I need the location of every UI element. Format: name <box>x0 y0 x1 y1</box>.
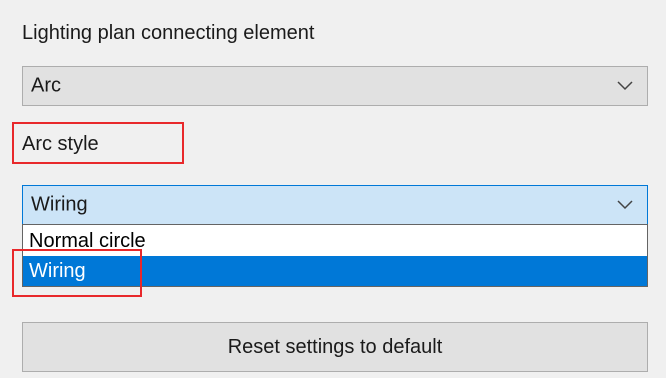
connecting-element-label: Lighting plan connecting element <box>22 22 315 44</box>
highlight-box-wiring-option <box>12 249 142 297</box>
connecting-element-value: Arc <box>31 74 61 97</box>
settings-panel: Lighting plan connecting element Arc Arc… <box>0 0 666 378</box>
connecting-element-select[interactable]: Arc <box>22 66 648 106</box>
arc-style-select[interactable]: Wiring <box>22 185 648 225</box>
chevron-down-icon <box>617 200 633 210</box>
chevron-down-icon <box>617 81 633 91</box>
reset-settings-button-label: Reset settings to default <box>227 335 443 358</box>
reset-settings-button[interactable]: Reset settings to default <box>22 322 648 372</box>
highlight-box-arc-style-label <box>12 122 184 164</box>
arc-style-value: Wiring <box>31 193 88 216</box>
